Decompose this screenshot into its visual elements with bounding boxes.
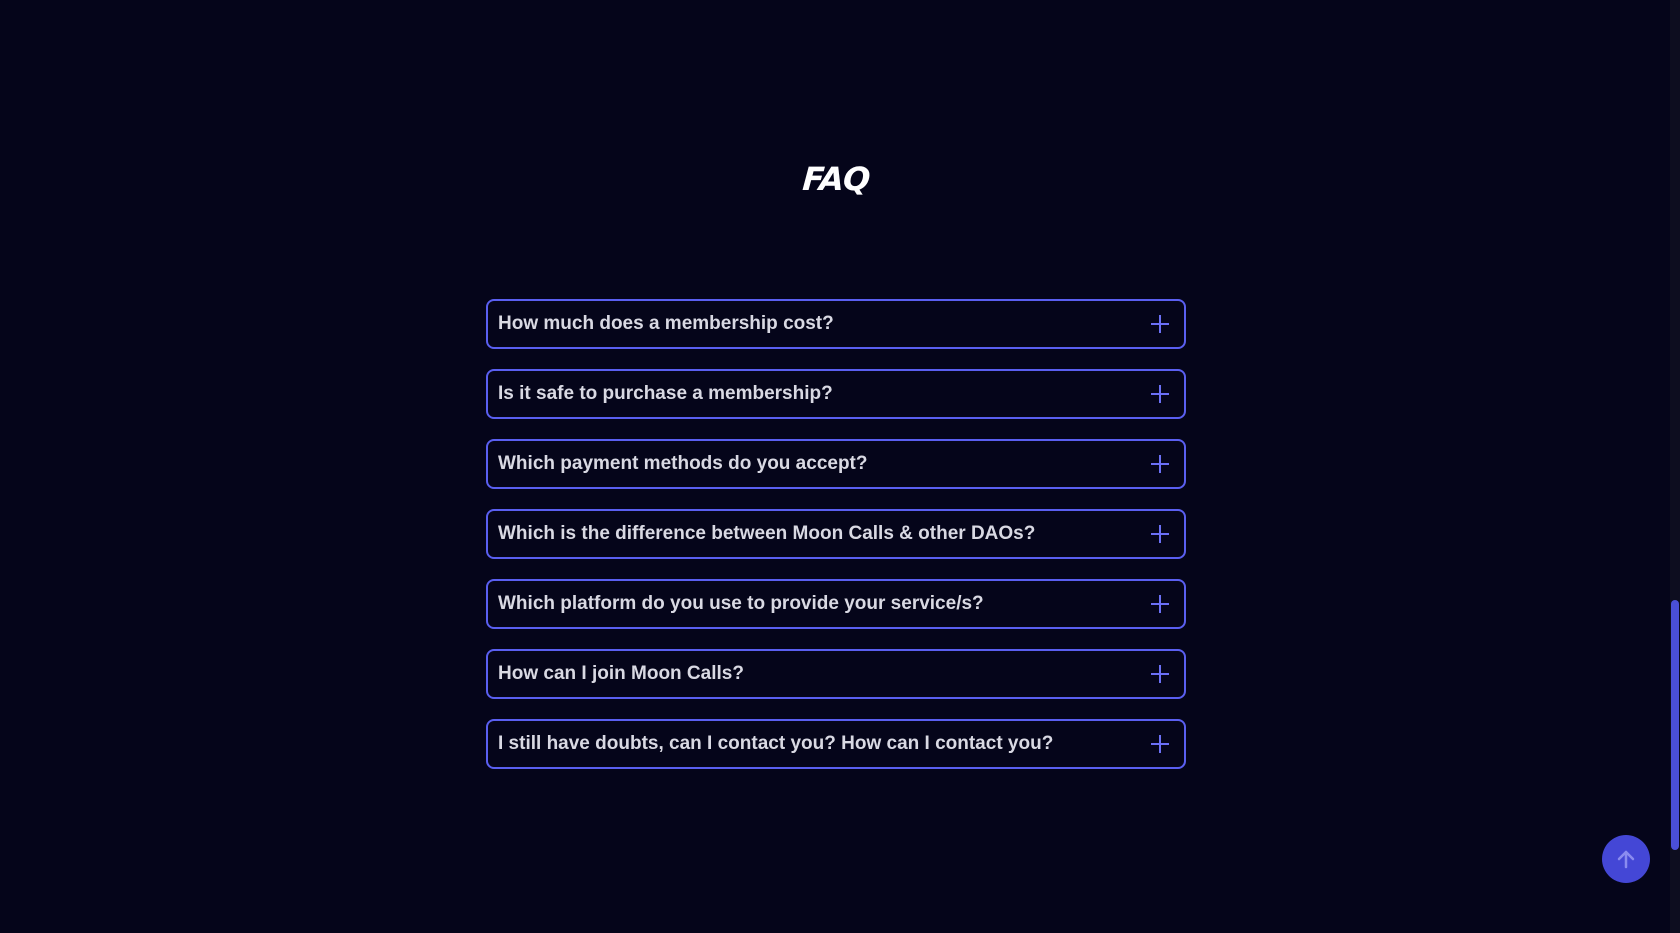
faq-item[interactable]: Which is the difference between Moon Cal… bbox=[486, 509, 1186, 559]
scrollbar-thumb[interactable] bbox=[1671, 600, 1679, 850]
faq-question: How can I join Moon Calls? bbox=[498, 663, 744, 684]
faq-item[interactable]: Which platform do you use to provide you… bbox=[486, 579, 1186, 629]
faq-item[interactable]: Which payment methods do you accept? bbox=[486, 439, 1186, 489]
faq-list: How much does a membership cost? Is it s… bbox=[486, 299, 1186, 789]
scroll-to-top-button[interactable] bbox=[1602, 835, 1650, 883]
faq-item[interactable]: How can I join Moon Calls? bbox=[486, 649, 1186, 699]
plus-icon[interactable] bbox=[1151, 455, 1169, 473]
faq-question: How much does a membership cost? bbox=[498, 313, 834, 334]
plus-icon[interactable] bbox=[1151, 525, 1169, 543]
faq-item[interactable]: Is it safe to purchase a membership? bbox=[486, 369, 1186, 419]
faq-question: I still have doubts, can I contact you? … bbox=[498, 733, 1054, 754]
plus-icon[interactable] bbox=[1151, 385, 1169, 403]
plus-icon[interactable] bbox=[1151, 735, 1169, 753]
faq-item[interactable]: I still have doubts, can I contact you? … bbox=[486, 719, 1186, 769]
faq-question: Which is the difference between Moon Cal… bbox=[498, 523, 1036, 544]
plus-icon[interactable] bbox=[1151, 665, 1169, 683]
faq-title: FAQ bbox=[801, 160, 871, 198]
faq-page: FAQ How much does a membership cost? Is … bbox=[0, 0, 1680, 933]
faq-item[interactable]: How much does a membership cost? bbox=[486, 299, 1186, 349]
plus-icon[interactable] bbox=[1151, 315, 1169, 333]
arrow-up-icon bbox=[1617, 850, 1635, 869]
plus-icon[interactable] bbox=[1151, 595, 1169, 613]
faq-question: Which platform do you use to provide you… bbox=[498, 593, 984, 614]
faq-question: Which payment methods do you accept? bbox=[498, 453, 868, 474]
faq-question: Is it safe to purchase a membership? bbox=[498, 383, 833, 404]
